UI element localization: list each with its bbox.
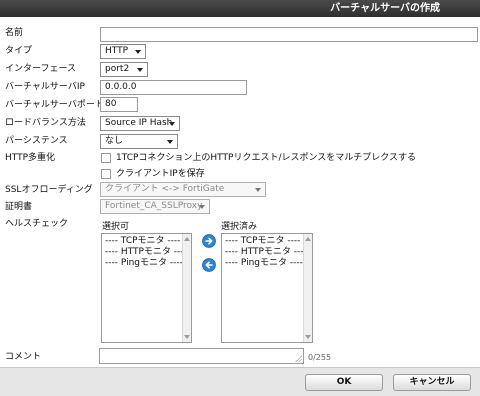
list-item[interactable]: ---- Pingモニタ ---- (102, 258, 191, 269)
preserve-client-ip-label: クライアントIPを保存 (116, 169, 205, 179)
add-monitor-button[interactable] (202, 234, 216, 248)
remove-monitor-button[interactable] (202, 258, 216, 272)
resize-handle-icon[interactable] (295, 355, 302, 362)
interface-label: インターフェース (5, 64, 77, 74)
scroll-up-icon (305, 237, 311, 241)
scroll-down-icon (184, 335, 190, 339)
list-item[interactable]: ---- HTTPモニタ ---- (102, 247, 191, 258)
interface-select[interactable]: port2 (100, 62, 148, 77)
chevron-down-icon (255, 188, 261, 192)
name-input[interactable] (100, 27, 478, 42)
persistence-select[interactable]: なし (100, 134, 178, 149)
vip-label: バーチャルサーバIP (5, 82, 85, 92)
ok-button[interactable]: OK (305, 374, 383, 391)
ssl-offload-select-value: クライアント <-> FortiGate (105, 184, 225, 194)
dialog-title: バーチャルサーバの作成 (330, 3, 440, 14)
type-select[interactable]: HTTP (100, 44, 146, 59)
type-label: タイプ (5, 46, 33, 56)
persistence-label: パーシステンス (5, 136, 68, 146)
scrollbar[interactable] (182, 234, 191, 342)
http-mux-label: HTTP多重化 (5, 153, 56, 163)
ssl-offload-label: SSLオフローディング (5, 185, 93, 195)
lb-method-select-value: Source IP Hash (105, 118, 173, 128)
list-item[interactable]: ---- HTTPモニタ ---- (222, 247, 312, 258)
interface-select-value: port2 (105, 64, 130, 74)
certificate-select-value: Fortinet_CA_SSLProxy (105, 201, 203, 211)
lb-method-label: ロードバランス方法 (5, 118, 86, 128)
certificate-label: 証明書 (5, 202, 33, 212)
available-list-label: 選択可 (102, 222, 130, 232)
vip-input[interactable]: 0.0.0.0 (100, 80, 247, 95)
scrollbar[interactable] (303, 234, 312, 342)
name-label: 名前 (5, 28, 24, 38)
comment-label: コメント (5, 352, 42, 362)
vport-label: バーチャルサーバポート (5, 100, 104, 110)
chevron-down-icon (135, 50, 141, 54)
health-check-label: ヘルスチェック (5, 219, 69, 229)
chevron-down-icon (199, 205, 205, 209)
ssl-offload-select[interactable]: クライアント <-> FortiGate (100, 182, 266, 197)
list-item[interactable]: ---- Pingモニタ ---- (222, 258, 312, 269)
http-mux-checkbox[interactable] (101, 153, 111, 163)
cancel-button[interactable]: キャンセル (393, 374, 471, 391)
preserve-client-ip-checkbox[interactable] (101, 169, 111, 179)
selected-monitor-list[interactable]: ---- TCPモニタ ---- ---- HTTPモニタ ---- ---- … (221, 233, 313, 343)
chevron-down-icon (169, 122, 175, 126)
scroll-down-icon (305, 335, 311, 339)
http-mux-option-label: 1TCPコネクション上のHTTPリクエスト/レスポンスをマルチプレクスする (116, 153, 417, 163)
scroll-up-icon (184, 237, 190, 241)
type-select-value: HTTP (105, 46, 129, 56)
chevron-down-icon (137, 68, 143, 72)
comment-char-counter: 0/255 (308, 353, 332, 362)
vport-input[interactable]: 80 (100, 97, 138, 112)
dialog-title-bar: バーチャルサーバの作成 (0, 0, 480, 17)
chevron-down-icon (167, 140, 173, 144)
persistence-select-value: なし (105, 136, 124, 146)
list-item[interactable]: ---- TCPモニタ ---- (102, 236, 191, 247)
lb-method-select[interactable]: Source IP Hash (100, 116, 180, 131)
comment-textarea[interactable] (99, 348, 304, 364)
dialog-footer: OK キャンセル (0, 367, 480, 396)
certificate-select[interactable]: Fortinet_CA_SSLProxy (100, 199, 210, 214)
selected-list-label: 選択済み (221, 222, 258, 232)
list-item[interactable]: ---- TCPモニタ ---- (222, 236, 312, 247)
available-monitor-list[interactable]: ---- TCPモニタ ---- ---- HTTPモニタ ---- ---- … (101, 233, 192, 343)
